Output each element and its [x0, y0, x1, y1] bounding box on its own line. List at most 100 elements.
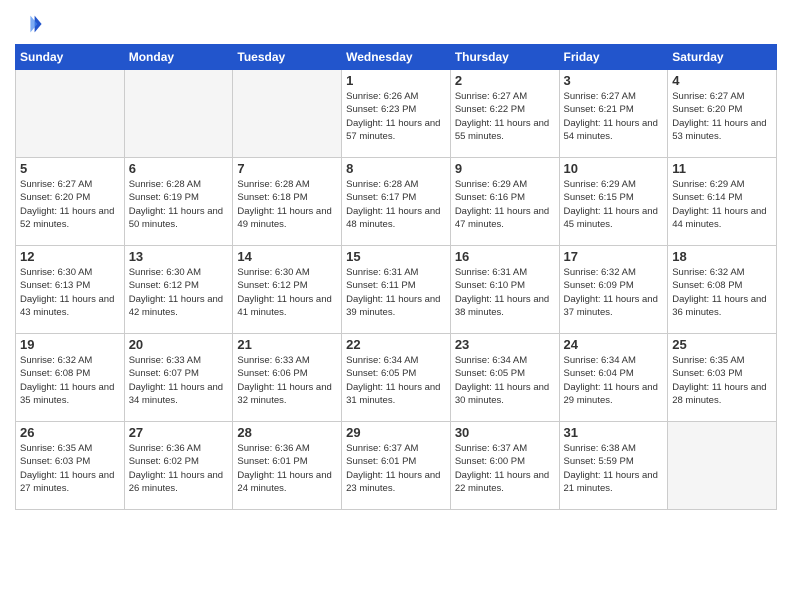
day-info: Sunrise: 6:29 AMSunset: 6:14 PMDaylight:… [672, 178, 772, 231]
day-number: 10 [564, 161, 664, 176]
day-info: Sunrise: 6:34 AMSunset: 6:04 PMDaylight:… [564, 354, 664, 407]
calendar-header-monday: Monday [124, 45, 233, 70]
calendar-cell: 10 Sunrise: 6:29 AMSunset: 6:15 PMDayligh… [559, 158, 668, 246]
day-number: 22 [346, 337, 446, 352]
calendar-week-row: 1 Sunrise: 6:26 AMSunset: 6:23 PMDaylight… [16, 70, 777, 158]
day-number: 15 [346, 249, 446, 264]
calendar-week-row: 19 Sunrise: 6:32 AMSunset: 6:08 PMDayligh… [16, 334, 777, 422]
day-info: Sunrise: 6:32 AMSunset: 6:08 PMDaylight:… [20, 354, 120, 407]
day-number: 4 [672, 73, 772, 88]
calendar-cell: 4 Sunrise: 6:27 AMSunset: 6:20 PMDaylight… [668, 70, 777, 158]
day-number: 9 [455, 161, 555, 176]
calendar-header-friday: Friday [559, 45, 668, 70]
day-number: 3 [564, 73, 664, 88]
calendar-cell: 5 Sunrise: 6:27 AMSunset: 6:20 PMDaylight… [16, 158, 125, 246]
day-info: Sunrise: 6:34 AMSunset: 6:05 PMDaylight:… [455, 354, 555, 407]
day-number: 1 [346, 73, 446, 88]
day-number: 11 [672, 161, 772, 176]
day-info: Sunrise: 6:30 AMSunset: 6:12 PMDaylight:… [129, 266, 229, 319]
calendar-cell: 14 Sunrise: 6:30 AMSunset: 6:12 PMDayligh… [233, 246, 342, 334]
calendar-cell: 16 Sunrise: 6:31 AMSunset: 6:10 PMDayligh… [450, 246, 559, 334]
day-info: Sunrise: 6:34 AMSunset: 6:05 PMDaylight:… [346, 354, 446, 407]
calendar-cell: 9 Sunrise: 6:29 AMSunset: 6:16 PMDaylight… [450, 158, 559, 246]
day-number: 13 [129, 249, 229, 264]
calendar-cell: 29 Sunrise: 6:37 AMSunset: 6:01 PMDayligh… [342, 422, 451, 510]
day-number: 12 [20, 249, 120, 264]
calendar-cell: 23 Sunrise: 6:34 AMSunset: 6:05 PMDayligh… [450, 334, 559, 422]
page: SundayMondayTuesdayWednesdayThursdayFrid… [0, 0, 792, 612]
day-number: 30 [455, 425, 555, 440]
day-number: 23 [455, 337, 555, 352]
day-number: 18 [672, 249, 772, 264]
day-number: 14 [237, 249, 337, 264]
day-info: Sunrise: 6:30 AMSunset: 6:12 PMDaylight:… [237, 266, 337, 319]
calendar-header-sunday: Sunday [16, 45, 125, 70]
day-info: Sunrise: 6:27 AMSunset: 6:20 PMDaylight:… [20, 178, 120, 231]
calendar-header-wednesday: Wednesday [342, 45, 451, 70]
calendar-header-saturday: Saturday [668, 45, 777, 70]
calendar-cell: 28 Sunrise: 6:36 AMSunset: 6:01 PMDayligh… [233, 422, 342, 510]
day-number: 16 [455, 249, 555, 264]
day-info: Sunrise: 6:37 AMSunset: 6:01 PMDaylight:… [346, 442, 446, 495]
day-info: Sunrise: 6:28 AMSunset: 6:17 PMDaylight:… [346, 178, 446, 231]
calendar-cell: 26Sunrise: 6:35 AMSunset: 6:03 PMDayligh… [16, 422, 125, 510]
calendar-header-row: SundayMondayTuesdayWednesdayThursdayFrid… [16, 45, 777, 70]
calendar-cell: 19 Sunrise: 6:32 AMSunset: 6:08 PMDayligh… [16, 334, 125, 422]
calendar-cell: 24 Sunrise: 6:34 AMSunset: 6:04 PMDayligh… [559, 334, 668, 422]
logo [15, 10, 47, 38]
day-number: 20 [129, 337, 229, 352]
calendar-cell: 30 Sunrise: 6:37 AMSunset: 6:00 PMDayligh… [450, 422, 559, 510]
day-number: 21 [237, 337, 337, 352]
calendar-cell: 1 Sunrise: 6:26 AMSunset: 6:23 PMDaylight… [342, 70, 451, 158]
day-number: 26 [20, 425, 120, 440]
day-number: 27 [129, 425, 229, 440]
day-info: Sunrise: 6:36 AMSunset: 6:01 PMDaylight:… [237, 442, 337, 495]
calendar-week-row: 12 Sunrise: 6:30 AMSunset: 6:13 PMDayligh… [16, 246, 777, 334]
calendar-header-tuesday: Tuesday [233, 45, 342, 70]
day-info: Sunrise: 6:29 AMSunset: 6:16 PMDaylight:… [455, 178, 555, 231]
calendar-cell: 3 Sunrise: 6:27 AMSunset: 6:21 PMDaylight… [559, 70, 668, 158]
calendar-cell: 8Sunrise: 6:28 AMSunset: 6:17 PMDaylight… [342, 158, 451, 246]
calendar-cell: 25Sunrise: 6:35 AMSunset: 6:03 PMDayligh… [668, 334, 777, 422]
calendar-cell: 12 Sunrise: 6:30 AMSunset: 6:13 PMDayligh… [16, 246, 125, 334]
calendar-cell [233, 70, 342, 158]
day-info: Sunrise: 6:28 AMSunset: 6:18 PMDaylight:… [237, 178, 337, 231]
day-number: 24 [564, 337, 664, 352]
day-info: Sunrise: 6:27 AMSunset: 6:20 PMDaylight:… [672, 90, 772, 143]
calendar-cell: 22 Sunrise: 6:34 AMSunset: 6:05 PMDayligh… [342, 334, 451, 422]
day-number: 2 [455, 73, 555, 88]
day-info: Sunrise: 6:37 AMSunset: 6:00 PMDaylight:… [455, 442, 555, 495]
day-info: Sunrise: 6:32 AMSunset: 6:09 PMDaylight:… [564, 266, 664, 319]
calendar-cell: 13 Sunrise: 6:30 AMSunset: 6:12 PMDayligh… [124, 246, 233, 334]
day-info: Sunrise: 6:31 AMSunset: 6:10 PMDaylight:… [455, 266, 555, 319]
day-info: Sunrise: 6:30 AMSunset: 6:13 PMDaylight:… [20, 266, 120, 319]
logo-icon [15, 10, 43, 38]
calendar-cell: 15 Sunrise: 6:31 AMSunset: 6:11 PMDayligh… [342, 246, 451, 334]
day-number: 29 [346, 425, 446, 440]
day-number: 5 [20, 161, 120, 176]
day-info: Sunrise: 6:31 AMSunset: 6:11 PMDaylight:… [346, 266, 446, 319]
day-info: Sunrise: 6:26 AMSunset: 6:23 PMDaylight:… [346, 90, 446, 143]
day-number: 19 [20, 337, 120, 352]
calendar-week-row: 5 Sunrise: 6:27 AMSunset: 6:20 PMDaylight… [16, 158, 777, 246]
calendar-cell: 11 Sunrise: 6:29 AMSunset: 6:14 PMDayligh… [668, 158, 777, 246]
day-info: Sunrise: 6:35 AMSunset: 6:03 PMDaylight:… [672, 354, 772, 407]
day-number: 28 [237, 425, 337, 440]
day-info: Sunrise: 6:29 AMSunset: 6:15 PMDaylight:… [564, 178, 664, 231]
day-info: Sunrise: 6:27 AMSunset: 6:22 PMDaylight:… [455, 90, 555, 143]
day-info: Sunrise: 6:36 AMSunset: 6:02 PMDaylight:… [129, 442, 229, 495]
calendar-cell [16, 70, 125, 158]
calendar-header-thursday: Thursday [450, 45, 559, 70]
day-info: Sunrise: 6:38 AMSunset: 5:59 PMDaylight:… [564, 442, 664, 495]
calendar-cell: 7 Sunrise: 6:28 AMSunset: 6:18 PMDaylight… [233, 158, 342, 246]
calendar-cell: 20Sunrise: 6:33 AMSunset: 6:07 PMDayligh… [124, 334, 233, 422]
calendar-week-row: 26Sunrise: 6:35 AMSunset: 6:03 PMDayligh… [16, 422, 777, 510]
calendar-cell: 6Sunrise: 6:28 AMSunset: 6:19 PMDaylight… [124, 158, 233, 246]
day-number: 31 [564, 425, 664, 440]
calendar-cell [668, 422, 777, 510]
calendar-cell: 2 Sunrise: 6:27 AMSunset: 6:22 PMDaylight… [450, 70, 559, 158]
day-info: Sunrise: 6:32 AMSunset: 6:08 PMDaylight:… [672, 266, 772, 319]
day-info: Sunrise: 6:27 AMSunset: 6:21 PMDaylight:… [564, 90, 664, 143]
day-number: 7 [237, 161, 337, 176]
day-number: 6 [129, 161, 229, 176]
